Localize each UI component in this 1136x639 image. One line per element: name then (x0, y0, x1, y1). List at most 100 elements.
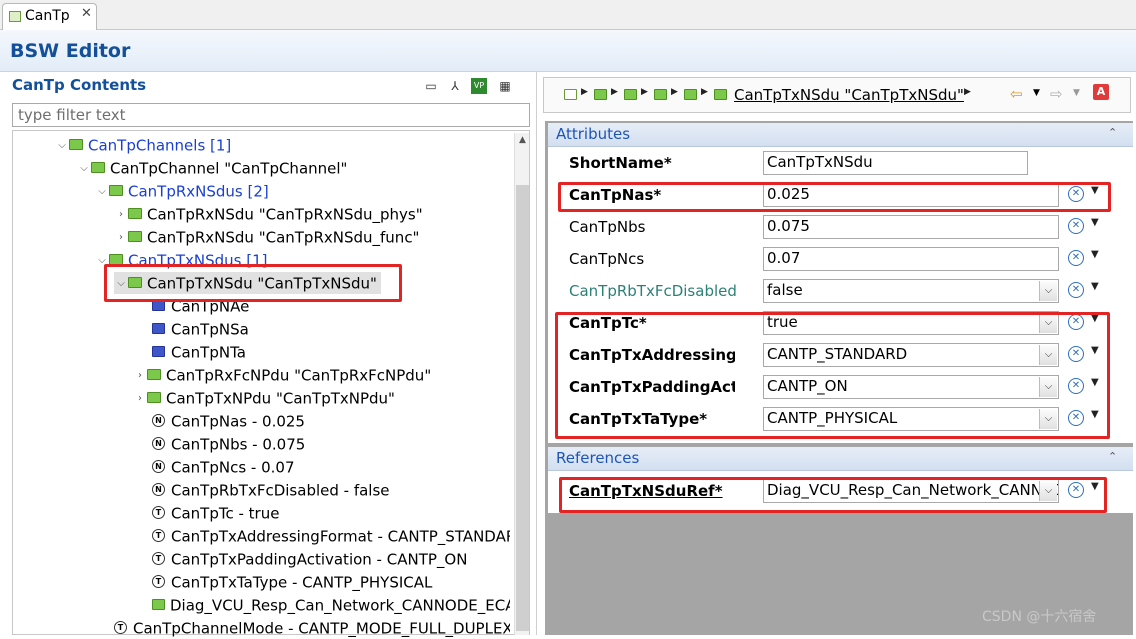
reset-icon[interactable]: ✕ (1068, 250, 1084, 266)
scroll-up-icon[interactable]: ▲ (515, 135, 530, 149)
expand-icon[interactable]: ⌵ (77, 158, 91, 180)
breadcrumb-item[interactable] (594, 88, 607, 102)
tree-item[interactable]: T CanTpTxPaddingActivation - CANTP_ON (152, 548, 467, 570)
collapsed-arrow-icon[interactable]: › (133, 388, 147, 410)
collapsed-arrow-icon[interactable]: › (114, 227, 128, 249)
tree-item[interactable]: ⌵ CanTpChannels [1] (55, 134, 231, 156)
editor-icon (9, 11, 21, 22)
tree-item[interactable]: T CanTpTxTaType - CANTP_PHYSICAL (152, 571, 432, 593)
attributes-section-header[interactable]: Attributes ⌃ (548, 123, 1133, 147)
acrobat-icon[interactable]: A (1093, 84, 1109, 100)
tree-item[interactable]: CanTpNSa (152, 318, 249, 340)
text-param-icon: T (114, 621, 127, 634)
folder-icon (91, 162, 105, 173)
folder-icon (624, 89, 637, 100)
property-row: CanTpRbTxFcDisabled false ⌵ ✕ ▼ (548, 275, 1133, 307)
module-icon (564, 89, 577, 100)
tree-scrollbar[interactable]: ▲ (514, 133, 529, 635)
reset-icon[interactable]: ✕ (1068, 282, 1084, 298)
cantpncs-input[interactable]: 0.07 (763, 247, 1059, 271)
tree-item[interactable]: › CanTpRxNSdu "CanTpRxNSdu_phys" (114, 203, 423, 225)
numeric-param-icon: N (152, 414, 165, 427)
folder-icon (128, 208, 142, 219)
property-row: CanTpNcs 0.07 ✕ ▼ (548, 243, 1133, 275)
grid-icon[interactable]: ▦ (497, 78, 513, 94)
collapse-all-icon[interactable]: ▭ (423, 78, 439, 94)
folder-icon (684, 89, 697, 100)
chevron-down-icon[interactable]: ▼ (1033, 88, 1040, 98)
expand-icon[interactable]: ⌵ (55, 135, 69, 157)
highlight-box (558, 182, 1111, 212)
tree-item[interactable]: T CanTpTxAddressingFormat - CANTP_STANDAR… (152, 525, 510, 547)
chevron-down-icon[interactable]: ▼ (1091, 217, 1099, 228)
text-param-icon: T (152, 575, 165, 588)
breadcrumb-current[interactable]: CanTpTxNSdu "CanTpTxNSdu" (734, 86, 964, 104)
variant-icon[interactable]: VP (471, 78, 487, 94)
collapse-icon[interactable]: ⌃ (1108, 126, 1117, 139)
tree-item[interactable]: T CanTpChannelMode - CANTP_MODE_FULL_DUPL… (114, 617, 510, 639)
tree-item[interactable]: ⌵ CanTpRxNSdus [2] (95, 180, 269, 202)
property-label: ShortName* (569, 154, 672, 172)
breadcrumb-root[interactable] (564, 88, 577, 102)
cantprbtxfcdisabled-select[interactable]: false ⌵ (763, 279, 1059, 303)
property-label: CanTpNbs (569, 218, 646, 236)
tree-item[interactable]: T CanTpTc - true (152, 502, 279, 524)
folder-icon (109, 185, 123, 196)
folder-icon (128, 231, 142, 242)
property-label: CanTpRbTxFcDisabled (569, 282, 737, 300)
editor-header: BSW Editor (0, 30, 1136, 72)
tree-item[interactable]: Diag_VCU_Resp_Can_Network_CANNODE_ECAN (152, 594, 510, 616)
close-icon[interactable]: ✕ (81, 6, 92, 21)
chevron-down-icon[interactable]: ▼ (1091, 249, 1099, 260)
watermark: CSDN @十六宿舍 (982, 609, 1097, 625)
tree-item[interactable]: N CanTpNas - 0.025 (152, 410, 305, 432)
collapse-icon[interactable]: ⌃ (1108, 450, 1117, 463)
breadcrumb-item[interactable] (714, 88, 727, 102)
chevron-down-icon[interactable]: ▼ (1073, 88, 1080, 98)
breadcrumb-item[interactable] (654, 88, 667, 102)
collapsed-arrow-icon[interactable]: › (133, 365, 147, 387)
tree-item[interactable]: › CanTpRxNSdu "CanTpRxNSdu_func" (114, 226, 419, 248)
property-row: CanTpNbs 0.075 ✕ ▼ (548, 211, 1133, 243)
filter-input[interactable]: type filter text (12, 103, 530, 127)
expand-icon[interactable]: ⌵ (95, 181, 109, 203)
reset-icon[interactable]: ✕ (1068, 218, 1084, 234)
editor-panel: ▶ ▶ ▶ ▶ ▶ CanTpTxNSdu "CanTpTxNSdu" ▶ ⇦ … (543, 72, 1136, 635)
chevron-down-icon[interactable]: ▼ (1091, 281, 1099, 292)
folder-icon (69, 139, 83, 150)
chevron-down-icon[interactable]: ⌵ (1039, 281, 1057, 301)
scrollbar-thumb[interactable] (516, 185, 529, 631)
folder-icon (594, 89, 607, 100)
breadcrumb-item[interactable] (624, 88, 637, 102)
tree-item[interactable]: N CanTpRbTxFcDisabled - false (152, 479, 390, 501)
hierarchy-icon[interactable]: ⅄ (447, 78, 463, 94)
reference-icon (152, 599, 165, 610)
forward-arrow-icon[interactable]: ⇨ (1050, 85, 1063, 103)
boolean-param-icon: N (152, 483, 165, 496)
tree-item[interactable]: ⌵ CanTpChannel "CanTpChannel" (77, 157, 347, 179)
tree-item[interactable]: › CanTpTxNPdu "CanTpTxNPdu" (133, 387, 395, 409)
parameter-block-icon (152, 346, 165, 357)
folder-icon (147, 392, 161, 403)
folder-icon (714, 89, 727, 100)
text-param-icon: T (152, 506, 165, 519)
contents-title: CanTp Contents (12, 76, 147, 94)
cantpnbs-input[interactable]: 0.075 (763, 215, 1059, 239)
back-arrow-icon[interactable]: ⇦ (1010, 85, 1023, 103)
collapsed-arrow-icon[interactable]: › (114, 204, 128, 226)
references-section-header[interactable]: References ⌃ (548, 447, 1133, 471)
breadcrumb-item[interactable] (684, 88, 697, 102)
chevron-right-icon: ▶ (611, 87, 618, 97)
text-param-icon: T (152, 529, 165, 542)
tree-item[interactable]: N CanTpNbs - 0.075 (152, 433, 305, 455)
property-row: ShortName* CanTpTxNSdu (548, 147, 1133, 179)
breadcrumb: ▶ ▶ ▶ ▶ ▶ CanTpTxNSdu "CanTpTxNSdu" ▶ ⇦ … (543, 77, 1131, 113)
text-param-icon: T (152, 552, 165, 565)
tree-item[interactable]: N CanTpNcs - 0.07 (152, 456, 295, 478)
attributes-title: Attributes (556, 125, 631, 143)
shortname-input[interactable]: CanTpTxNSdu (763, 151, 1028, 175)
references-title: References (556, 449, 640, 467)
tab-cantp[interactable]: CanTp ✕ (2, 3, 97, 30)
tree-item[interactable]: › CanTpRxFcNPdu "CanTpRxFcNPdu" (133, 364, 431, 386)
tree-item[interactable]: CanTpNTa (152, 341, 246, 363)
